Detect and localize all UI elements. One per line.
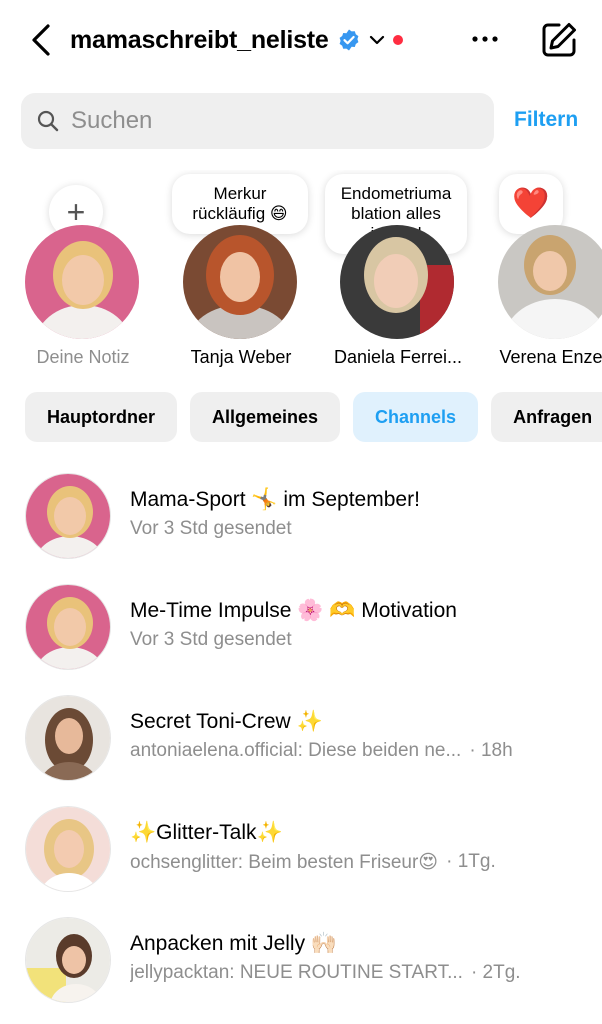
- note-text-line: rückläufig 😄: [192, 204, 288, 223]
- list-item[interactable]: Anpacken mit Jelly 🙌🏻 jellypacktan: NEUE…: [0, 910, 602, 1021]
- back-arrow-icon[interactable]: [28, 22, 58, 58]
- note-text-line: Endometriuma: [340, 184, 452, 203]
- channel-preview: ochsenglitter: Beim besten Friseur😍: [130, 852, 439, 873]
- channel-subtitle: ochsenglitter: Beim besten Friseur😍 · 1T…: [130, 851, 496, 874]
- filter-button[interactable]: Filtern: [514, 108, 578, 132]
- channel-title: Secret Toni-Crew ✨: [130, 710, 323, 733]
- tab-allgemeines[interactable]: Allgemeines: [190, 392, 341, 442]
- tab-hauptordner[interactable]: Hauptordner: [25, 392, 177, 442]
- channel-preview: antoniaelena.official: Diese beiden ne..…: [130, 740, 462, 761]
- note-daniela[interactable]: Endometriuma blation alles im reel Danie…: [325, 170, 483, 380]
- tab-anfragen[interactable]: Anfragen: [491, 392, 602, 442]
- search-bar[interactable]: [21, 93, 494, 149]
- avatar[interactable]: [25, 225, 139, 339]
- avatar: [25, 695, 111, 781]
- list-item[interactable]: Mama-Sport 🤸 im September! Vor 3 Std ges…: [0, 466, 602, 577]
- tab-channels[interactable]: Channels: [353, 392, 479, 442]
- channel-timestamp: · 18h: [469, 740, 513, 761]
- note-text-line: blation alles: [351, 204, 441, 223]
- avatar: [25, 917, 111, 1003]
- channel-list: Mama-Sport 🤸 im September! Vor 3 Std ges…: [0, 466, 602, 1021]
- channel-subtitle: Vor 3 Std gesendet: [130, 518, 292, 540]
- avatar: [25, 473, 111, 559]
- channel-title: Me-Time Impulse 🌸 🫶 Motivation: [130, 599, 457, 622]
- note-name: Tanja Weber: [190, 347, 292, 367]
- channel-preview: Vor 3 Std gesendet: [130, 629, 292, 650]
- inbox-tabs: Hauptordner Allgemeines Channels Anfrage…: [25, 392, 602, 442]
- note-tanja[interactable]: Merkur rückläufig 😄 Tanja Weber: [172, 170, 326, 380]
- channel-preview: Vor 3 Std gesendet: [130, 518, 292, 539]
- chevron-down-icon[interactable]: [367, 30, 387, 50]
- channel-timestamp: · 1Tg.: [446, 851, 496, 872]
- channel-timestamp: · 2Tg.: [470, 962, 521, 983]
- compose-message-icon[interactable]: [539, 20, 579, 60]
- list-item[interactable]: ✨Glitter-Talk✨ ochsenglitter: Beim beste…: [0, 799, 602, 910]
- header-bar: mamaschreibt_neliste: [0, 0, 602, 80]
- search-input[interactable]: [71, 107, 451, 135]
- channel-title: Anpacken mit Jelly 🙌🏻: [130, 932, 338, 955]
- avatar[interactable]: [183, 225, 297, 339]
- notification-dot: [392, 35, 403, 45]
- channel-title: Mama-Sport 🤸 im September!: [130, 488, 420, 511]
- avatar[interactable]: [340, 225, 454, 339]
- list-item[interactable]: Me-Time Impulse 🌸 🫶 Motivation Vor 3 Std…: [0, 577, 602, 688]
- note-text-line: Merkur: [213, 184, 267, 203]
- notes-row: + Deine Notiz Merkur rückläufig 😄 Tanja …: [0, 170, 602, 380]
- channel-subtitle: antoniaelena.official: Diese beiden ne..…: [130, 740, 513, 762]
- avatar: [25, 584, 111, 670]
- channel-subtitle: Vor 3 Std gesendet: [130, 629, 292, 651]
- list-item[interactable]: Secret Toni-Crew ✨ antoniaelena.official…: [0, 688, 602, 799]
- note-verena[interactable]: ❤️ Verena Enzen: [491, 170, 602, 380]
- note-own[interactable]: + Deine Notiz: [18, 170, 168, 380]
- channel-preview: jellypacktan: NEUE ROUTINE START...: [130, 962, 463, 983]
- account-username[interactable]: mamaschreibt_neliste: [70, 26, 329, 55]
- channel-title: ✨Glitter-Talk✨: [130, 821, 283, 844]
- avatar: [25, 806, 111, 892]
- account-switcher[interactable]: mamaschreibt_neliste: [70, 22, 403, 58]
- avatar[interactable]: [498, 225, 602, 339]
- more-options-icon[interactable]: [470, 26, 500, 52]
- note-name: Deine Notiz: [36, 347, 130, 367]
- verified-badge-icon: [339, 29, 359, 51]
- channel-subtitle: jellypacktan: NEUE ROUTINE START... · 2T…: [130, 962, 521, 984]
- search-icon: [37, 110, 59, 132]
- note-name: Verena Enzen: [499, 347, 602, 367]
- note-name: Daniela Ferrei...: [333, 347, 463, 367]
